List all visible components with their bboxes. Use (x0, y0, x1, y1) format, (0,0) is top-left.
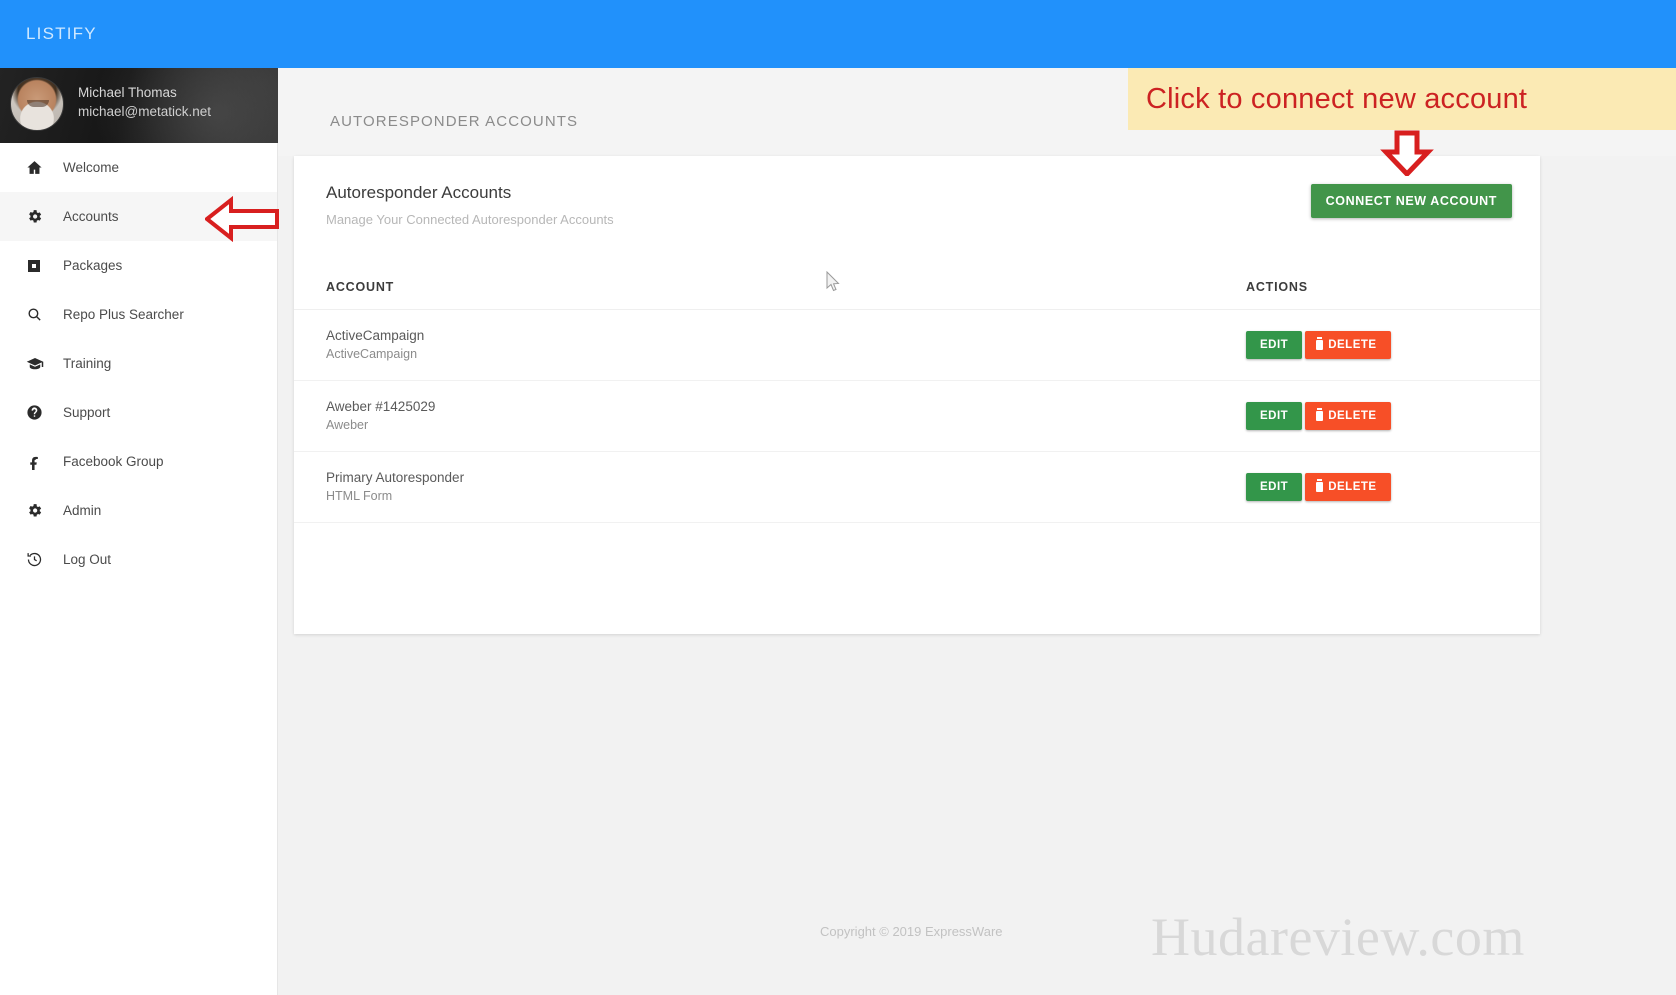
account-name: ActiveCampaign (326, 328, 425, 343)
avatar (10, 77, 64, 131)
annotation-banner: Click to connect new account (1128, 68, 1676, 130)
sidebar-item-label: Accounts (63, 209, 119, 224)
search-icon (26, 305, 52, 325)
gear-icon (26, 501, 52, 521)
sidebar-item-training[interactable]: Training (0, 339, 277, 388)
watermark: Hudareview.com (1151, 907, 1525, 967)
trash-icon (1316, 408, 1324, 421)
sidebar-item-label: Training (63, 356, 112, 371)
sidebar-item-label: Repo Plus Searcher (63, 307, 184, 322)
delete-button-label: DELETE (1328, 481, 1377, 493)
delete-button-label: DELETE (1328, 410, 1377, 422)
sidebar-item-label: Log Out (63, 552, 112, 567)
trash-icon (1316, 479, 1324, 492)
home-icon (26, 158, 52, 178)
app-root: LISTIFY Michael Thomas michael@metatick.… (0, 0, 1676, 995)
account-name: Aweber #1425029 (326, 399, 436, 414)
card-subtitle: Manage Your Connected Autoresponder Acco… (326, 212, 614, 227)
facebook-icon (26, 452, 52, 472)
sidebar-item-log-out[interactable]: Log Out (0, 535, 277, 584)
edit-button[interactable]: EDIT (1246, 331, 1303, 359)
actions-cell: EDIT DELETE (1246, 331, 1486, 359)
card-title: Autoresponder Accounts (326, 183, 512, 202)
sidebar-item-packages[interactable]: Packages (0, 241, 277, 290)
sidebar-item-admin[interactable]: Admin (0, 486, 277, 535)
account-cell: Aweber #1425029 Aweber (326, 397, 1246, 435)
user-profile-block[interactable]: Michael Thomas michael@metatick.net (0, 68, 278, 143)
account-cell: ActiveCampaign ActiveCampaign (326, 326, 1246, 364)
table-row: ActiveCampaign ActiveCampaign EDIT DELET… (294, 310, 1540, 381)
red-down-arrow-icon (1380, 130, 1434, 178)
delete-button[interactable]: DELETE (1305, 473, 1391, 501)
main-content: AUTORESPONDER ACCOUNTS Autoresponder Acc… (278, 68, 1676, 995)
question-circle-icon (26, 403, 52, 423)
account-type: HTML Form (326, 489, 393, 503)
sidebar-item-label: Admin (63, 503, 102, 518)
footer-copyright: Copyright © 2019 ExpressWare (820, 924, 1003, 939)
trash-icon (1316, 337, 1324, 350)
sidebar-item-label: Welcome (63, 160, 120, 175)
edit-button[interactable]: EDIT (1246, 473, 1303, 501)
history-clock-icon (26, 550, 52, 570)
column-header-actions: ACTIONS (1246, 279, 1308, 294)
accounts-table: ACCOUNT ACTIONS ActiveCampaign ActiveCam… (294, 264, 1540, 523)
edit-button[interactable]: EDIT (1246, 402, 1303, 430)
sidebar-item-facebook-group[interactable]: Facebook Group (0, 437, 277, 486)
account-type: Aweber (326, 418, 369, 432)
mouse-pointer-icon (826, 270, 842, 293)
red-left-arrow-icon (203, 195, 279, 243)
sidebar-item-welcome[interactable]: Welcome (0, 143, 277, 192)
account-cell: Primary Autoresponder HTML Form (326, 468, 1246, 506)
delete-button-label: DELETE (1328, 339, 1377, 351)
annotation-text: Click to connect new account (1146, 82, 1528, 115)
table-row: Primary Autoresponder HTML Form EDIT DEL… (294, 452, 1540, 523)
table-row: Aweber #1425029 Aweber EDIT DELETE (294, 381, 1540, 452)
profile-email: michael@metatick.net (78, 104, 212, 119)
sidebar-item-label: Facebook Group (63, 454, 164, 469)
accounts-card: Autoresponder Accounts Manage Your Conne… (294, 156, 1540, 634)
package-box-icon (26, 256, 52, 276)
account-name: Primary Autoresponder (326, 470, 465, 485)
profile-name: Michael Thomas (78, 85, 177, 100)
connect-new-account-button[interactable]: CONNECT NEW ACCOUNT (1310, 184, 1512, 218)
actions-cell: EDIT DELETE (1246, 402, 1486, 430)
brand-logo[interactable]: LISTIFY (26, 24, 97, 44)
graduation-cap-icon (26, 354, 52, 374)
table-header-row: ACCOUNT ACTIONS (294, 264, 1540, 310)
page-title: AUTORESPONDER ACCOUNTS (330, 113, 579, 130)
delete-button[interactable]: DELETE (1305, 402, 1391, 430)
sidebar-item-label: Packages (63, 258, 123, 273)
account-type: ActiveCampaign (326, 347, 418, 361)
column-header-account: ACCOUNT (326, 279, 395, 294)
top-bar: LISTIFY (0, 0, 1676, 68)
gear-icon (26, 207, 52, 227)
sidebar-item-repo-plus-searcher[interactable]: Repo Plus Searcher (0, 290, 277, 339)
delete-button[interactable]: DELETE (1305, 331, 1391, 359)
sidebar-item-label: Support (63, 405, 111, 420)
actions-cell: EDIT DELETE (1246, 473, 1486, 501)
sidebar-item-support[interactable]: Support (0, 388, 277, 437)
